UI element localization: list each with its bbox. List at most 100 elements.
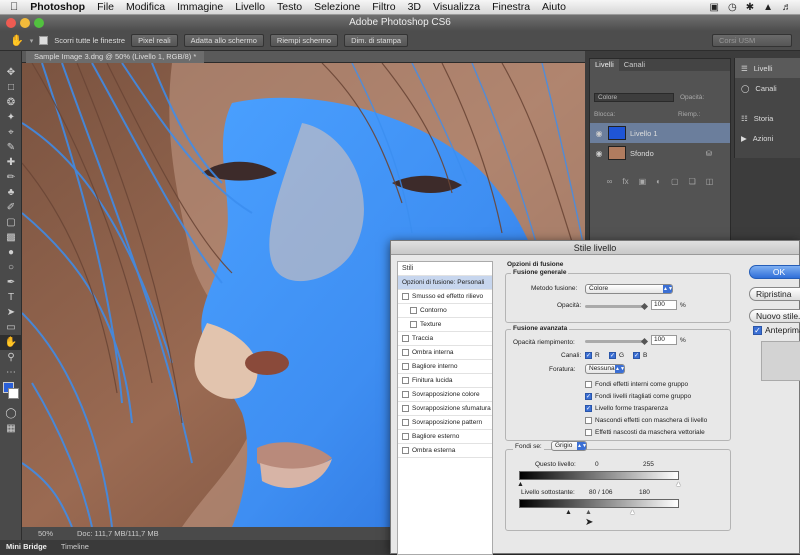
- zoom-level[interactable]: 50%: [38, 527, 53, 540]
- styles-header[interactable]: Stili: [398, 262, 492, 276]
- quick-select-tool-icon[interactable]: ✦: [0, 110, 22, 125]
- opacity-slider[interactable]: [585, 305, 645, 308]
- tab-mini-bridge[interactable]: Mini Bridge: [6, 540, 47, 554]
- blur-tool-icon[interactable]: ●: [0, 245, 22, 260]
- reset-button[interactable]: Ripristina: [749, 287, 800, 301]
- panel-canali[interactable]: ◯ Canali: [735, 78, 800, 98]
- check-transparency-shapes[interactable]: ✓: [585, 405, 592, 412]
- check-vector-mask-hides[interactable]: [585, 429, 592, 436]
- style-item-color-overlay[interactable]: Sovrapposizione colore: [398, 388, 492, 402]
- style-checkbox[interactable]: [402, 377, 409, 384]
- opacity-field[interactable]: 100: [651, 300, 677, 310]
- stamp-tool-icon[interactable]: ♣: [0, 185, 22, 200]
- style-checkbox[interactable]: [402, 391, 409, 398]
- panel-storia[interactable]: ☷ Storia: [735, 108, 800, 128]
- style-item-blend-options[interactable]: Opzioni di fusione: Personali: [398, 276, 492, 290]
- visibility-eye-icon[interactable]: ◉: [594, 129, 604, 138]
- crop-tool-icon[interactable]: ⌖: [0, 125, 22, 140]
- new-style-button[interactable]: Nuovo stile...: [749, 309, 800, 323]
- blend-if-select[interactable]: Grigio ▲▼: [551, 441, 587, 451]
- zoom-tool-icon[interactable]: ⚲: [0, 350, 22, 365]
- fill-opacity-slider[interactable]: [585, 340, 645, 343]
- zoom-icon[interactable]: [34, 18, 44, 28]
- screen-icon[interactable]: ▣: [710, 2, 719, 13]
- brush-tool-icon[interactable]: ✏: [0, 170, 22, 185]
- menu-immagine[interactable]: Immagine: [171, 1, 229, 13]
- minimize-icon[interactable]: [20, 18, 30, 28]
- tab-livelli[interactable]: Livelli: [590, 59, 619, 71]
- menu-app[interactable]: Photoshop: [24, 1, 91, 13]
- tool-preset-arrow-icon[interactable]: ▾: [30, 37, 34, 45]
- blend-mode-select[interactable]: Colore ▲▼: [585, 284, 673, 294]
- style-checkbox[interactable]: [402, 363, 409, 370]
- layer-blend-select[interactable]: Colore: [594, 93, 674, 102]
- style-checkbox[interactable]: [402, 433, 409, 440]
- style-item-drop-shadow[interactable]: Ombra esterna: [398, 444, 492, 458]
- style-item-outer-glow[interactable]: Bagliore esterno: [398, 430, 492, 444]
- apple-menu-icon[interactable]: : [0, 1, 24, 13]
- print-size-button[interactable]: Dim. di stampa: [344, 34, 409, 47]
- style-checkbox[interactable]: [410, 321, 417, 328]
- path-select-tool-icon[interactable]: ➤: [0, 305, 22, 320]
- scroll-all-checkbox[interactable]: [39, 36, 49, 45]
- more-tools-icon[interactable]: ⋯: [0, 365, 22, 380]
- ok-button[interactable]: OK: [749, 265, 800, 279]
- style-item-satin[interactable]: Finitura lucida: [398, 374, 492, 388]
- dodge-tool-icon[interactable]: ○: [0, 260, 22, 275]
- menu-selezione[interactable]: Selezione: [308, 1, 366, 13]
- knockout-select[interactable]: Nessuna ▲▼: [585, 364, 625, 374]
- this-layer-white-slider-icon[interactable]: ▲: [675, 481, 682, 488]
- tab-timeline[interactable]: Timeline: [61, 540, 89, 554]
- menu-testo[interactable]: Testo: [271, 1, 308, 13]
- menu-filtro[interactable]: Filtro: [366, 1, 401, 13]
- style-checkbox[interactable]: [402, 349, 409, 356]
- eyedropper-tool-icon[interactable]: ✎: [0, 140, 22, 155]
- style-checkbox[interactable]: [402, 405, 409, 412]
- style-item-stroke[interactable]: Traccia: [398, 332, 492, 346]
- menu-finestra[interactable]: Finestra: [486, 1, 536, 13]
- underlying-split-slider-icon[interactable]: ▲: [585, 509, 592, 516]
- clock-icon[interactable]: ◷: [728, 2, 737, 13]
- type-tool-icon[interactable]: T: [0, 290, 22, 305]
- tab-canali[interactable]: Canali: [619, 59, 650, 71]
- link-icon[interactable]: ∞: [607, 177, 613, 191]
- check-layer-mask-hides[interactable]: [585, 417, 592, 424]
- marquee-tool-icon[interactable]: □: [0, 80, 22, 95]
- lasso-tool-icon[interactable]: ❂: [0, 95, 22, 110]
- hand-tool-icon[interactable]: ✋: [0, 335, 22, 350]
- style-checkbox[interactable]: [402, 419, 409, 426]
- screen-mode-icon[interactable]: ▦: [0, 421, 22, 436]
- style-item-contour[interactable]: Contorno: [398, 304, 492, 318]
- underlying-white-slider-icon[interactable]: ▲: [629, 509, 636, 516]
- channel-g-checkbox[interactable]: ✓: [609, 352, 616, 359]
- fill-opacity-field[interactable]: 100: [651, 335, 677, 345]
- style-checkbox[interactable]: [402, 447, 409, 454]
- background-color-icon[interactable]: [8, 388, 19, 399]
- workspace-select[interactable]: Corsi USM: [712, 34, 792, 47]
- check-clipped-layers[interactable]: ✓: [585, 393, 592, 400]
- style-item-gradient-overlay[interactable]: Sovrapposizione sfumatura: [398, 402, 492, 416]
- menu-visualizza[interactable]: Visualizza: [427, 1, 486, 13]
- style-item-inner-glow[interactable]: Bagliore interno: [398, 360, 492, 374]
- wifi-icon[interactable]: ▲: [763, 2, 773, 13]
- pen-tool-icon[interactable]: ✒: [0, 275, 22, 290]
- check-interior-effects[interactable]: [585, 381, 592, 388]
- style-item-inner-shadow[interactable]: Ombra interna: [398, 346, 492, 360]
- mask-icon[interactable]: ▣: [639, 177, 647, 191]
- fill-screen-button[interactable]: Riempi schermo: [269, 34, 339, 47]
- style-checkbox[interactable]: [402, 293, 409, 300]
- document-tab[interactable]: Sample Image 3.dng @ 50% (Livello 1, RGB…: [26, 51, 205, 63]
- history-brush-tool-icon[interactable]: ✐: [0, 200, 22, 215]
- volume-icon[interactable]: ♬: [782, 2, 792, 13]
- style-item-texture[interactable]: Texture: [398, 318, 492, 332]
- actual-pixels-button[interactable]: Pixel reali: [131, 34, 178, 47]
- trash-icon[interactable]: ◫: [706, 177, 714, 191]
- shape-tool-icon[interactable]: ▭: [0, 320, 22, 335]
- gradient-tool-icon[interactable]: ▩: [0, 230, 22, 245]
- panel-livelli[interactable]: ☰ Livelli: [735, 58, 800, 78]
- new-layer-icon[interactable]: ❏: [689, 177, 696, 191]
- menu-modifica[interactable]: Modifica: [120, 1, 171, 13]
- eraser-tool-icon[interactable]: ▢: [0, 215, 22, 230]
- menu-livello[interactable]: Livello: [229, 1, 271, 13]
- layer-row-sfondo[interactable]: ◉ Sfondo ⛁: [590, 143, 730, 163]
